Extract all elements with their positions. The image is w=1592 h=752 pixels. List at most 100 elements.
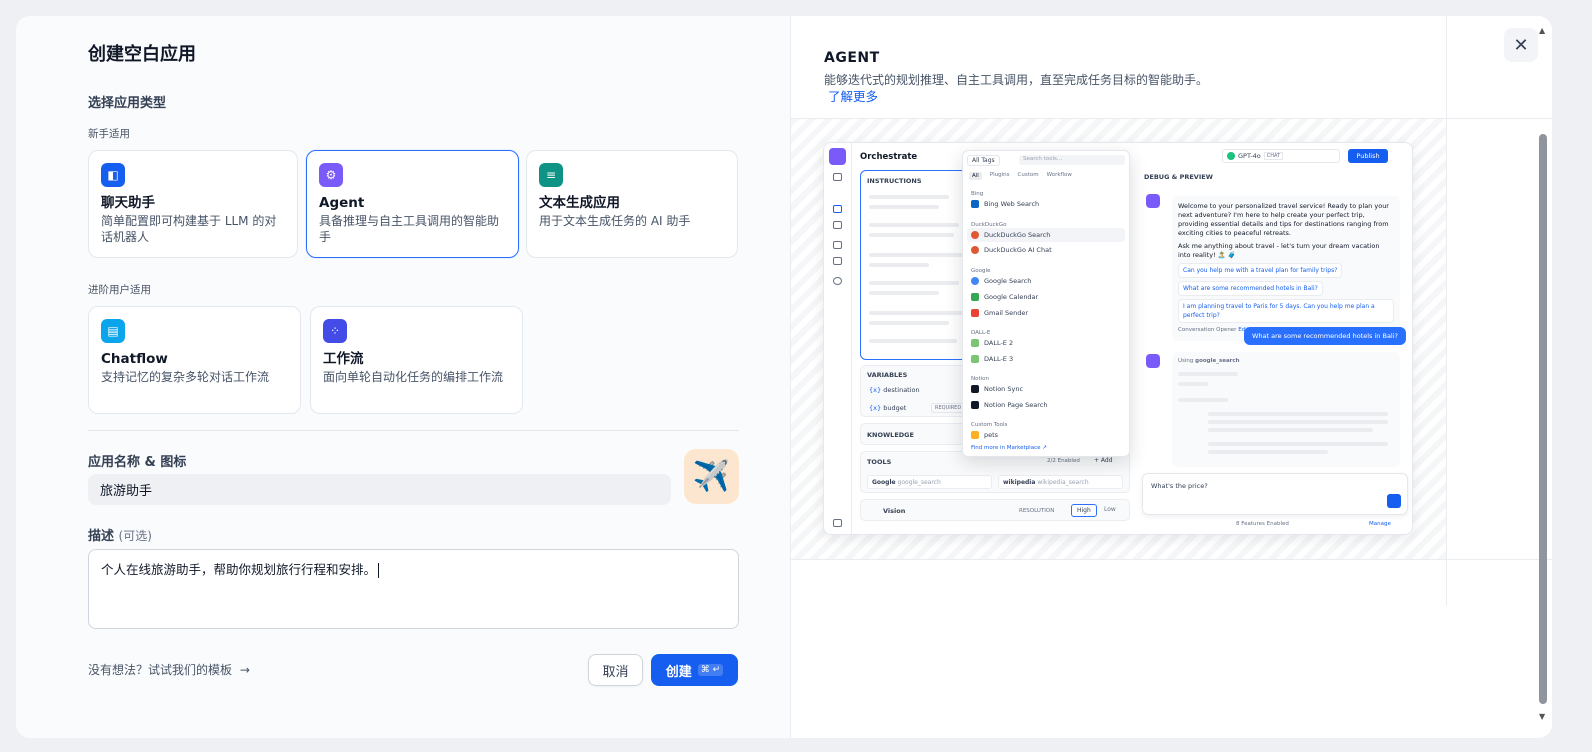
tool-row: DuckDuckGo Search [967, 228, 1125, 242]
tool-row: Google Calendar [967, 290, 1125, 304]
app-icon-picker[interactable]: ✈️ [684, 449, 739, 504]
collapse-icon [833, 519, 842, 527]
card-name: Chatflow [101, 351, 168, 367]
divider [791, 559, 1552, 560]
knowledge-label: KNOWLEDGE [867, 431, 914, 439]
tools-enabled-count: 2/2 Enabled [1047, 458, 1080, 464]
card-name: Agent [319, 195, 365, 211]
opener-label: Conversation Opener [1178, 327, 1237, 333]
orchestrate-icon [833, 205, 842, 213]
scroll-up-icon[interactable]: ▲ [1539, 26, 1545, 35]
card-desc: 用于文本生成任务的 AI 助手 [539, 214, 691, 228]
variable-row: {x} destination [869, 386, 920, 394]
tags-filter: All Tags [967, 155, 1000, 166]
suggested-question: Can you help me with a travel plan for f… [1178, 263, 1343, 278]
tool-item: Google google_search [867, 475, 992, 489]
scrollbar-thumb[interactable] [1539, 134, 1547, 704]
select-type-label: 选择应用类型 [88, 96, 167, 111]
tool-row-label: Bing Web Search [984, 200, 1040, 208]
tool-row: Google Search [967, 274, 1125, 288]
tool-id: wikipedia_search [1037, 479, 1089, 486]
bot-response: Using google_search [1172, 352, 1400, 467]
description-textarea[interactable]: 个人在线旅游助手，帮助你规划旅行行程和安排。 [88, 549, 739, 629]
card-agent[interactable]: ⚙ Agent 具备推理与自主工具调用的智能助手 [306, 150, 519, 258]
close-button[interactable]: ✕ [1504, 28, 1538, 62]
card-desc: 简单配置即可构建基于 LLM 的对话机器人 [101, 214, 277, 244]
card-text-generator[interactable]: ≡ 文本生成应用 用于文本生成任务的 AI 助手 [526, 150, 738, 258]
tool-row-label: DuckDuckGo AI Chat [984, 246, 1052, 254]
tool-row: DALL-E 3 [967, 352, 1125, 366]
variable-name: budget [883, 404, 907, 412]
card-chat-assistant[interactable]: ◧ 聊天助手 简单配置即可构建基于 LLM 的对话机器人 [88, 150, 298, 258]
app-name-input[interactable]: 旅游助手 [88, 474, 671, 505]
create-button[interactable]: 创建 ⌘ ↵ [651, 654, 738, 686]
scrollbar[interactable]: ▲ ▼ [1538, 26, 1548, 726]
using-tool-name: google_search [1195, 358, 1240, 364]
debug-preview-panel: DEBUG & PREVIEW Welcome to your personal… [1136, 170, 1412, 534]
manage-link: Manage [1369, 521, 1391, 527]
tool-row: pets [967, 428, 1125, 442]
suggested-question: What are some recommended hotels in Bali… [1178, 281, 1323, 296]
card-workflow[interactable]: ⁘ 工作流 面向单轮自动化任务的编排工作流 [310, 306, 523, 414]
card-desc: 面向单轮自动化任务的编排工作流 [323, 370, 504, 384]
tool-picker-dropdown: All Tags Search tools... All Plugins Cus… [962, 150, 1130, 457]
resolution-high: High [1071, 504, 1097, 517]
preview-heading: AGENT [824, 50, 880, 66]
tool-id: google_search [897, 479, 941, 486]
user-message: What are some recommended hotels in Bali… [1243, 327, 1406, 345]
arrow-right-icon: → [239, 663, 250, 677]
logs-icon [833, 221, 842, 229]
features-count: 8 Features Enabled [1236, 521, 1289, 527]
bot-avatar-icon [1146, 354, 1160, 368]
monitor-icon [833, 257, 842, 265]
app-name-value: 旅游助手 [100, 484, 153, 499]
close-icon: ✕ [1513, 34, 1529, 56]
tool-tab: All [969, 172, 982, 180]
model-name: GPT-4o [1238, 152, 1261, 160]
create-form-panel: 创建空白应用 选择应用类型 新手适用 ◧ 聊天助手 简单配置即可构建基于 LLM… [16, 16, 790, 738]
chat-bot-icon: ◧ [101, 163, 125, 187]
resolution-label: RESOLUTION [1019, 508, 1055, 514]
welcome-text: Welcome to your personalized travel serv… [1178, 202, 1389, 237]
learn-more-link[interactable]: 了解更多 [828, 86, 878, 105]
card-desc: 具备推理与自主工具调用的智能助手 [319, 214, 500, 244]
welcome-message: Welcome to your personalized travel serv… [1172, 196, 1400, 341]
agent-logo-icon [829, 148, 846, 165]
tool-tab: Workflow [1046, 172, 1072, 178]
settings-icon [833, 277, 842, 285]
marketplace-link: Find more in Marketplace ↗ [971, 445, 1047, 451]
bot-avatar-icon [1146, 194, 1160, 208]
variables-label: VARIABLES [867, 371, 908, 379]
template-link[interactable]: 没有想法？试试我们的模板 → [88, 661, 250, 678]
tool-name: wikipedia [1003, 479, 1036, 486]
card-name: 聊天助手 [101, 195, 155, 211]
preview-page-title: Orchestrate [860, 152, 918, 162]
find-more-text: Find more in [971, 445, 1006, 451]
tool-usage: Using google_search [1178, 358, 1240, 364]
tool-row-label: Notion Sync [984, 385, 1024, 393]
tools-box: TOOLS 2/2 Enabled + Add Google google_se… [860, 451, 1130, 493]
tool-search: Search tools... [1019, 155, 1125, 165]
cancel-button[interactable]: 取消 [588, 654, 643, 686]
template-link-text: 没有想法？试试我们的模板 [88, 663, 233, 677]
description-label: 描述 (可选) [88, 525, 152, 544]
dialog-title: 创建空白应用 [88, 44, 196, 65]
tool-row-label: Google Calendar [984, 293, 1039, 301]
tool-item: wikipedia wikipedia_search [998, 475, 1123, 489]
tool-row-label: Google Search [984, 277, 1032, 285]
tool-row-label: Gmail Sender [984, 309, 1029, 317]
tool-row: DALL-E 2 [967, 336, 1125, 350]
tool-tab: Custom [1017, 172, 1039, 178]
scroll-down-icon[interactable]: ▼ [1539, 712, 1545, 721]
preview-panel: AGENT 能够迭代式的规划推理、自主工具调用，直至完成任务目标的智能助手。 了… [790, 16, 1552, 738]
advanced-label: 进阶用户适用 [88, 284, 151, 296]
variable-name: destination [883, 386, 920, 394]
shortcut-hint: ⌘ ↵ [697, 664, 724, 676]
tool-name: Google [872, 479, 896, 486]
card-chatflow[interactable]: ▤ Chatflow 支持记忆的复杂多轮对话工作流 [88, 306, 301, 414]
variable-row: {x} budget [869, 404, 907, 412]
annotation-icon [833, 241, 842, 249]
text-caret [378, 563, 380, 578]
model-tag: CHAT [1263, 152, 1284, 160]
publish-button: Publish [1348, 149, 1388, 163]
